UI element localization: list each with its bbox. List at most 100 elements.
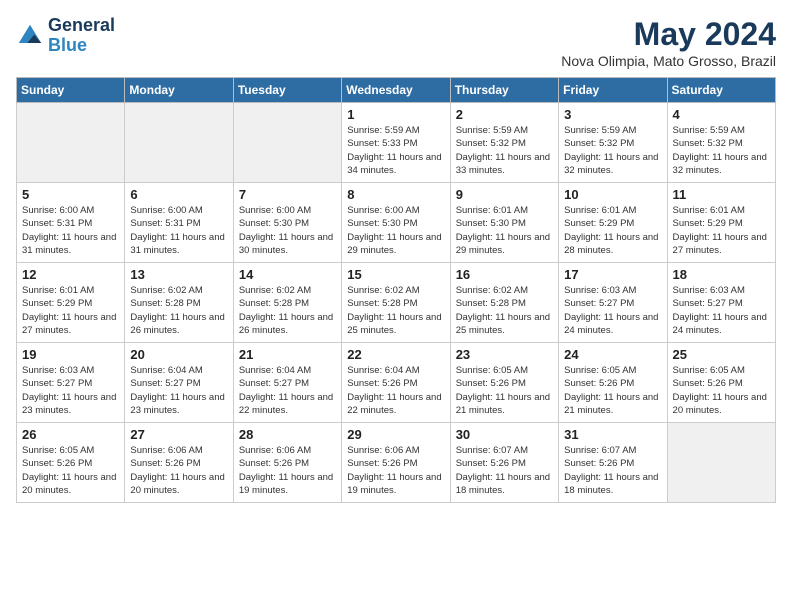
day-info: Sunrise: 6:02 AMSunset: 5:28 PMDaylight:… bbox=[239, 284, 336, 337]
calendar-cell: 8 Sunrise: 6:00 AMSunset: 5:30 PMDaylight… bbox=[342, 183, 450, 263]
col-header-wednesday: Wednesday bbox=[342, 78, 450, 103]
day-number: 18 bbox=[673, 267, 770, 282]
day-info: Sunrise: 6:01 AMSunset: 5:29 PMDaylight:… bbox=[564, 204, 661, 257]
calendar-cell: 15Sunrise: 6:02 AMSunset: 5:28 PMDayligh… bbox=[342, 263, 450, 343]
location: Nova Olimpia, Mato Grosso, Brazil bbox=[561, 53, 776, 69]
calendar-cell: 7Sunrise: 6:00 AMSunset: 5:30 PMDaylight… bbox=[233, 183, 341, 263]
day-number: 27 bbox=[130, 427, 227, 442]
calendar-cell: 19Sunrise: 6:03 AMSunset: 5:27 PMDayligh… bbox=[17, 343, 125, 423]
day-info: Sunrise: 6:02 AMSunset: 5:28 PMDaylight:… bbox=[456, 284, 553, 337]
day-info: Sunrise: 6:05 AMSunset: 5:26 PMDaylight:… bbox=[22, 444, 119, 497]
calendar-cell: 10 Sunrise: 6:01 AMSunset: 5:29 PMDayligh… bbox=[559, 183, 667, 263]
week-row-4: 26 Sunrise: 6:05 AMSunset: 5:26 PMDayligh… bbox=[17, 423, 776, 503]
day-number: 31 bbox=[564, 427, 661, 442]
day-info: Sunrise: 5:59 AMSunset: 5:32 PMDaylight:… bbox=[564, 124, 661, 177]
logo: General Blue bbox=[16, 16, 115, 56]
day-info: Sunrise: 6:01 AMSunset: 5:29 PMDaylight:… bbox=[22, 284, 119, 337]
calendar-cell: 30Sunrise: 6:07 AMSunset: 5:26 PMDayligh… bbox=[450, 423, 558, 503]
day-number: 29 bbox=[347, 427, 444, 442]
calendar-cell: 12 Sunrise: 6:01 AMSunset: 5:29 PMDayligh… bbox=[17, 263, 125, 343]
day-number: 16 bbox=[456, 267, 553, 282]
month-title: May 2024 bbox=[561, 16, 776, 53]
day-info: Sunrise: 6:05 AMSunset: 5:26 PMDaylight:… bbox=[564, 364, 661, 417]
day-number: 25 bbox=[673, 347, 770, 362]
day-info: Sunrise: 6:06 AMSunset: 5:26 PMDaylight:… bbox=[130, 444, 227, 497]
calendar-cell: 13Sunrise: 6:02 AMSunset: 5:28 PMDayligh… bbox=[125, 263, 233, 343]
calendar-cell: 3 Sunrise: 5:59 AMSunset: 5:32 PMDaylight… bbox=[559, 103, 667, 183]
week-row-2: 12 Sunrise: 6:01 AMSunset: 5:29 PMDayligh… bbox=[17, 263, 776, 343]
day-number: 23 bbox=[456, 347, 553, 362]
page-header: General Blue May 2024 Nova Olimpia, Mato… bbox=[16, 16, 776, 69]
day-info: Sunrise: 6:03 AMSunset: 5:27 PMDaylight:… bbox=[564, 284, 661, 337]
day-info: Sunrise: 6:03 AMSunset: 5:27 PMDaylight:… bbox=[673, 284, 770, 337]
day-number: 15 bbox=[347, 267, 444, 282]
calendar-cell: 17 Sunrise: 6:03 AMSunset: 5:27 PMDayligh… bbox=[559, 263, 667, 343]
day-info: Sunrise: 6:05 AMSunset: 5:26 PMDaylight:… bbox=[456, 364, 553, 417]
calendar-cell: 11 Sunrise: 6:01 AMSunset: 5:29 PMDayligh… bbox=[667, 183, 775, 263]
day-info: Sunrise: 6:04 AMSunset: 5:27 PMDaylight:… bbox=[130, 364, 227, 417]
day-number: 9 bbox=[456, 187, 553, 202]
day-number: 12 bbox=[22, 267, 119, 282]
day-info: Sunrise: 6:06 AMSunset: 5:26 PMDaylight:… bbox=[239, 444, 336, 497]
day-number: 11 bbox=[673, 187, 770, 202]
day-info: Sunrise: 6:00 AMSunset: 5:30 PMDaylight:… bbox=[347, 204, 444, 257]
calendar-cell: 16 Sunrise: 6:02 AMSunset: 5:28 PMDayligh… bbox=[450, 263, 558, 343]
calendar-cell: 27 Sunrise: 6:06 AMSunset: 5:26 PMDayligh… bbox=[125, 423, 233, 503]
day-number: 10 bbox=[564, 187, 661, 202]
calendar-cell: 24 Sunrise: 6:05 AMSunset: 5:26 PMDayligh… bbox=[559, 343, 667, 423]
day-info: Sunrise: 6:04 AMSunset: 5:26 PMDaylight:… bbox=[347, 364, 444, 417]
day-number: 24 bbox=[564, 347, 661, 362]
day-info: Sunrise: 6:01 AMSunset: 5:29 PMDaylight:… bbox=[673, 204, 770, 257]
day-info: Sunrise: 6:02 AMSunset: 5:28 PMDaylight:… bbox=[130, 284, 227, 337]
calendar-cell: 28 Sunrise: 6:06 AMSunset: 5:26 PMDayligh… bbox=[233, 423, 341, 503]
calendar-header-row: SundayMondayTuesdayWednesdayThursdayFrid… bbox=[17, 78, 776, 103]
calendar-cell: 21 Sunrise: 6:04 AMSunset: 5:27 PMDayligh… bbox=[233, 343, 341, 423]
calendar-cell: 20 Sunrise: 6:04 AMSunset: 5:27 PMDayligh… bbox=[125, 343, 233, 423]
day-info: Sunrise: 6:04 AMSunset: 5:27 PMDaylight:… bbox=[239, 364, 336, 417]
day-number: 8 bbox=[347, 187, 444, 202]
day-number: 22 bbox=[347, 347, 444, 362]
col-header-tuesday: Tuesday bbox=[233, 78, 341, 103]
calendar-cell bbox=[17, 103, 125, 183]
day-info: Sunrise: 5:59 AMSunset: 5:33 PMDaylight:… bbox=[347, 124, 444, 177]
day-info: Sunrise: 6:06 AMSunset: 5:26 PMDaylight:… bbox=[347, 444, 444, 497]
day-number: 14 bbox=[239, 267, 336, 282]
calendar-table: SundayMondayTuesdayWednesdayThursdayFrid… bbox=[16, 77, 776, 503]
day-number: 5 bbox=[22, 187, 119, 202]
calendar-cell: 9 Sunrise: 6:01 AMSunset: 5:30 PMDaylight… bbox=[450, 183, 558, 263]
day-info: Sunrise: 6:03 AMSunset: 5:27 PMDaylight:… bbox=[22, 364, 119, 417]
col-header-thursday: Thursday bbox=[450, 78, 558, 103]
day-info: Sunrise: 6:07 AMSunset: 5:26 PMDaylight:… bbox=[456, 444, 553, 497]
calendar-cell: 29 Sunrise: 6:06 AMSunset: 5:26 PMDayligh… bbox=[342, 423, 450, 503]
calendar-cell: 1 Sunrise: 5:59 AMSunset: 5:33 PMDaylight… bbox=[342, 103, 450, 183]
calendar-cell: 6Sunrise: 6:00 AMSunset: 5:31 PMDaylight… bbox=[125, 183, 233, 263]
calendar-cell bbox=[233, 103, 341, 183]
day-info: Sunrise: 6:07 AMSunset: 5:26 PMDaylight:… bbox=[564, 444, 661, 497]
day-number: 28 bbox=[239, 427, 336, 442]
day-number: 21 bbox=[239, 347, 336, 362]
day-number: 4 bbox=[673, 107, 770, 122]
calendar-cell: 2 Sunrise: 5:59 AMSunset: 5:32 PMDaylight… bbox=[450, 103, 558, 183]
day-info: Sunrise: 6:00 AMSunset: 5:31 PMDaylight:… bbox=[130, 204, 227, 257]
col-header-monday: Monday bbox=[125, 78, 233, 103]
day-number: 20 bbox=[130, 347, 227, 362]
week-row-1: 5 Sunrise: 6:00 AMSunset: 5:31 PMDaylight… bbox=[17, 183, 776, 263]
day-number: 2 bbox=[456, 107, 553, 122]
logo-icon bbox=[16, 22, 44, 50]
day-number: 1 bbox=[347, 107, 444, 122]
calendar-cell: 5 Sunrise: 6:00 AMSunset: 5:31 PMDaylight… bbox=[17, 183, 125, 263]
day-info: Sunrise: 5:59 AMSunset: 5:32 PMDaylight:… bbox=[673, 124, 770, 177]
day-info: Sunrise: 5:59 AMSunset: 5:32 PMDaylight:… bbox=[456, 124, 553, 177]
day-info: Sunrise: 6:00 AMSunset: 5:31 PMDaylight:… bbox=[22, 204, 119, 257]
day-info: Sunrise: 6:00 AMSunset: 5:30 PMDaylight:… bbox=[239, 204, 336, 257]
day-info: Sunrise: 6:01 AMSunset: 5:30 PMDaylight:… bbox=[456, 204, 553, 257]
col-header-saturday: Saturday bbox=[667, 78, 775, 103]
day-number: 17 bbox=[564, 267, 661, 282]
week-row-3: 19Sunrise: 6:03 AMSunset: 5:27 PMDayligh… bbox=[17, 343, 776, 423]
day-number: 3 bbox=[564, 107, 661, 122]
calendar-cell: 18 Sunrise: 6:03 AMSunset: 5:27 PMDayligh… bbox=[667, 263, 775, 343]
logo-text: General Blue bbox=[48, 16, 115, 56]
calendar-cell: 26 Sunrise: 6:05 AMSunset: 5:26 PMDayligh… bbox=[17, 423, 125, 503]
calendar-cell: 14 Sunrise: 6:02 AMSunset: 5:28 PMDayligh… bbox=[233, 263, 341, 343]
day-number: 26 bbox=[22, 427, 119, 442]
